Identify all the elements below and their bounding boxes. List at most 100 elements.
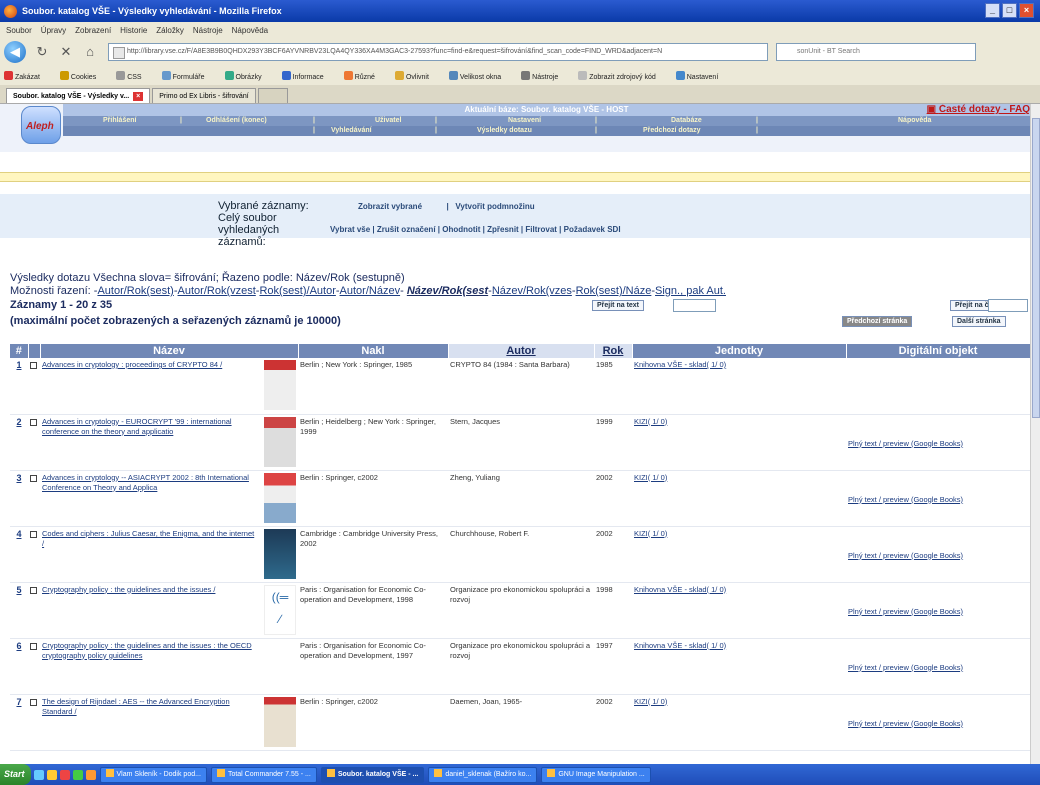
- taskbar-item[interactable]: daniel_sklenak (Bažíro ko...: [428, 766, 538, 783]
- record-checkbox[interactable]: [30, 642, 37, 650]
- book-cover-image[interactable]: [264, 528, 296, 579]
- digital-object-link[interactable]: Plný text / preview (Google Books): [848, 551, 963, 560]
- record-units-link[interactable]: KIZI( 1/ 0): [634, 473, 667, 482]
- nav-logout[interactable]: Odhlášení (konec): [206, 116, 267, 126]
- quicklaunch-icon[interactable]: [46, 769, 57, 780]
- select-all-link[interactable]: Vybrat vše: [330, 225, 370, 234]
- record-units-link[interactable]: KIZI( 1/ 0): [634, 417, 667, 426]
- previous-page-button[interactable]: Předchozí stránka: [842, 316, 913, 327]
- search-input[interactable]: sonUnit - BT Search: [776, 43, 976, 61]
- bookmark-item[interactable]: Cookies: [59, 70, 106, 81]
- book-cover-image[interactable]: [264, 696, 296, 747]
- close-tab-icon[interactable]: ×: [133, 91, 144, 101]
- bookmark-item[interactable]: Informace: [281, 70, 334, 81]
- record-title[interactable]: Advances in cryptology - EUROCRYPT '99 :…: [42, 417, 232, 436]
- next-page-button[interactable]: Další stránka: [952, 316, 1006, 327]
- sort-option[interactable]: Autor/Rok(sest): [97, 285, 173, 297]
- page-scrollbar[interactable]: [1030, 104, 1040, 764]
- close-button[interactable]: ×: [1019, 3, 1034, 18]
- record-units-link[interactable]: KIZI( 1/ 0): [634, 529, 667, 538]
- record-checkbox[interactable]: [30, 586, 37, 594]
- col-header-year[interactable]: Rok: [594, 344, 633, 358]
- new-tab-button[interactable]: [257, 87, 288, 103]
- menu-item-napoveda[interactable]: Nápověda: [232, 26, 268, 35]
- bookmark-item[interactable]: Nástroje: [521, 70, 568, 81]
- record-title[interactable]: Advances in cryptology -- ASIACRYPT 2002…: [42, 473, 249, 492]
- book-cover-image[interactable]: [264, 360, 296, 410]
- rate-link[interactable]: Ohodnotit: [442, 225, 480, 234]
- record-number[interactable]: 2: [10, 414, 28, 471]
- record-units-link[interactable]: Knihovna VŠE - sklad( 1/ 0): [634, 360, 726, 369]
- record-title[interactable]: Cryptography policy : the guidelines and…: [42, 585, 215, 594]
- nav-login[interactable]: Přihlášení: [103, 116, 136, 126]
- maximize-button[interactable]: □: [1002, 3, 1017, 18]
- book-cover-image[interactable]: [264, 416, 296, 467]
- menu-item-upravy[interactable]: Úpravy: [41, 26, 66, 35]
- nav-previous-queries[interactable]: Předchozí dotazy: [643, 126, 701, 136]
- menu-item-historie[interactable]: Historie: [120, 26, 147, 35]
- record-number[interactable]: 7: [10, 694, 28, 751]
- home-icon[interactable]: ⌂: [82, 44, 98, 60]
- record-number[interactable]: 4: [10, 526, 28, 583]
- create-subset-link[interactable]: Vytvořit podmnožinu: [455, 202, 534, 211]
- deselect-link[interactable]: Zrušit označení: [377, 225, 436, 234]
- bookmark-item[interactable]: Různé: [343, 70, 385, 81]
- sort-option[interactable]: Rok(sest)/Náze: [576, 285, 652, 297]
- url-bar[interactable]: http://library.vse.cz/F/A8E3B9B0QHDX293Y…: [108, 43, 768, 61]
- taskbar-item[interactable]: GNU Image Manipulation ...: [541, 766, 651, 783]
- record-title[interactable]: Advances in cryptology : proceedings of …: [42, 360, 222, 369]
- menu-item-zalozky[interactable]: Záložky: [156, 26, 184, 35]
- nav-settings[interactable]: Nastavení: [508, 116, 541, 126]
- bookmark-item[interactable]: CSS: [116, 70, 151, 81]
- quicklaunch-icon[interactable]: [59, 769, 70, 780]
- record-title[interactable]: Codes and ciphers : Julius Caesar, the E…: [42, 529, 254, 548]
- record-checkbox[interactable]: [30, 530, 37, 538]
- taskbar-item-active[interactable]: Soubor. katalog VŠE - ...: [320, 766, 425, 783]
- back-button[interactable]: ◀: [4, 41, 26, 63]
- book-cover-image[interactable]: [264, 472, 296, 523]
- record-units-link[interactable]: Knihovna VŠE - sklad( 1/ 0): [634, 585, 726, 594]
- record-number[interactable]: 3: [10, 470, 28, 527]
- book-cover-image[interactable]: ((═ ∕: [264, 584, 296, 635]
- digital-object-link[interactable]: Plný text / preview (Google Books): [848, 607, 963, 616]
- show-selected-link[interactable]: Zobrazit vybrané: [358, 202, 422, 211]
- record-units-link[interactable]: KIZI( 1/ 0): [634, 697, 667, 706]
- quicklaunch-icon[interactable]: [85, 769, 96, 780]
- bookmark-item[interactable]: Velikost okna: [448, 70, 511, 81]
- sdi-request-link[interactable]: Požadavek SDI: [564, 225, 621, 234]
- faq-link[interactable]: ▣ Časté dotazy - FAQ: [927, 104, 1030, 116]
- record-units-link[interactable]: Knihovna VŠE - sklad( 1/ 0): [634, 641, 726, 650]
- sort-option[interactable]: Název/Rok(vzes: [492, 285, 572, 297]
- digital-object-link[interactable]: Plný text / preview (Google Books): [848, 495, 963, 504]
- quicklaunch-icon[interactable]: [72, 769, 83, 780]
- jump-to-record-input[interactable]: [988, 299, 1028, 312]
- menu-item-zobrazeni[interactable]: Zobrazení: [75, 26, 111, 35]
- nav-results[interactable]: Výsledky dotazu: [477, 126, 532, 136]
- nav-search[interactable]: Vyhledávání: [331, 126, 372, 136]
- col-header-author[interactable]: Autor: [448, 344, 595, 358]
- record-number[interactable]: 5: [10, 582, 28, 639]
- record-checkbox[interactable]: [30, 362, 37, 369]
- record-checkbox[interactable]: [30, 418, 37, 426]
- sort-option[interactable]: Autor/Rok(vzest: [178, 285, 256, 297]
- menu-item-nastroje[interactable]: Nástroje: [193, 26, 223, 35]
- bookmark-item[interactable]: Nastavení: [675, 70, 729, 81]
- start-button[interactable]: Start: [0, 764, 31, 785]
- record-checkbox[interactable]: [30, 698, 37, 706]
- record-number[interactable]: 6: [10, 638, 28, 695]
- record-checkbox[interactable]: [30, 474, 37, 482]
- nav-databases[interactable]: Databáze: [671, 116, 702, 126]
- digital-object-link[interactable]: Plný text / preview (Google Books): [848, 663, 963, 672]
- bookmark-item[interactable]: Formuláře: [161, 70, 215, 81]
- jump-to-text-input[interactable]: [673, 299, 716, 312]
- digital-object-link[interactable]: Plný text / preview (Google Books): [848, 439, 963, 448]
- filter-link[interactable]: Filtrovat: [525, 225, 557, 234]
- record-number[interactable]: 1: [10, 358, 28, 415]
- nav-user[interactable]: Uživatel: [375, 116, 401, 126]
- digital-object-link[interactable]: Plný text / preview (Google Books): [848, 719, 963, 728]
- stop-icon[interactable]: ✕: [58, 44, 74, 60]
- taskbar-item[interactable]: Vlam Skleník - Dodik pod...: [99, 766, 207, 783]
- jump-to-text-button[interactable]: Přejít na text: [592, 300, 645, 311]
- sort-option[interactable]: Autor/Název: [340, 285, 401, 297]
- record-title[interactable]: The design of Rijndael : AES -- the Adva…: [42, 697, 230, 716]
